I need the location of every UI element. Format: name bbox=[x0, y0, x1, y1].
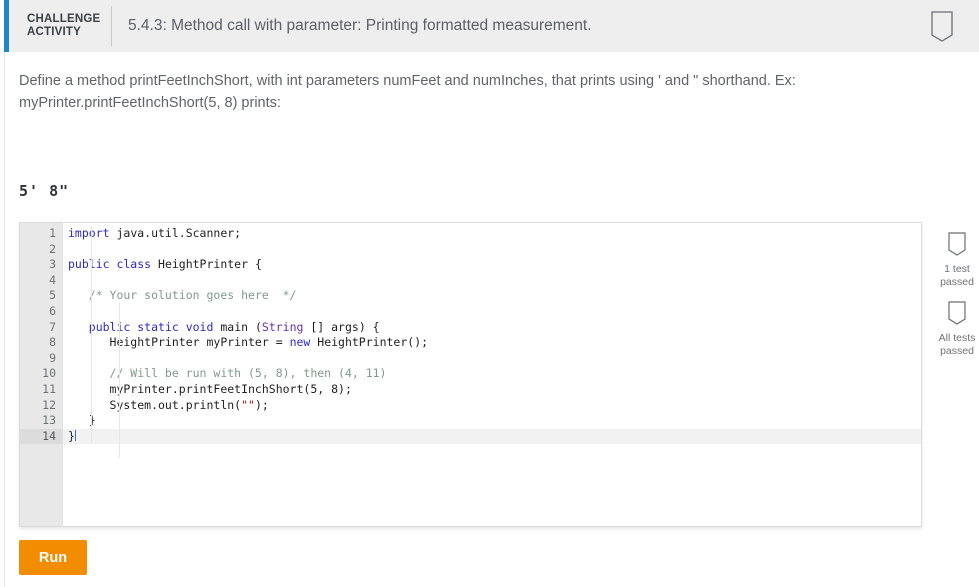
code-token: HeightPrinter(); bbox=[317, 335, 428, 349]
ribbon-bookmark-icon bbox=[923, 8, 961, 46]
code-line[interactable]: import java.util.Scanner; bbox=[63, 226, 921, 242]
test-result-item[interactable]: All tests passed bbox=[930, 299, 979, 358]
code-line[interactable]: public static void main (String [] args)… bbox=[63, 320, 921, 336]
line-number: 6 bbox=[20, 304, 62, 320]
line-number: 1 bbox=[20, 226, 62, 242]
ribbon-bookmark-icon bbox=[930, 299, 979, 329]
page-title: 5.4.3: Method call with parameter: Print… bbox=[128, 17, 592, 35]
line-number-gutter: 1234567891011121314 bbox=[20, 223, 63, 526]
test-result-label: 1 test passed bbox=[930, 263, 979, 289]
sample-output: 5' 8" bbox=[19, 182, 69, 200]
code-line[interactable]: // Will be run with (5, 8), then (4, 11) bbox=[63, 366, 921, 382]
challenge-header: CHALLENGE ACTIVITY 5.4.3: Method call wi… bbox=[4, 0, 979, 52]
code-token: String bbox=[262, 320, 304, 334]
code-line[interactable]: } bbox=[63, 429, 921, 445]
code-token: } bbox=[68, 429, 75, 443]
line-number: 14 bbox=[20, 429, 62, 445]
code-line[interactable]: System.out.println(""); bbox=[63, 398, 921, 414]
code-line[interactable]: /* Your solution goes here */ bbox=[63, 288, 921, 304]
line-number: 11 bbox=[20, 382, 62, 398]
line-number: 5 bbox=[20, 288, 62, 304]
code-token: HeightPrinter myPrinter = bbox=[68, 335, 290, 349]
code-token: ); bbox=[255, 398, 269, 412]
code-token: /* Your solution goes here */ bbox=[68, 288, 296, 302]
code-token: java.util.Scanner; bbox=[116, 226, 241, 240]
header-divider bbox=[111, 6, 112, 46]
code-token: public static void bbox=[89, 320, 221, 334]
challenge-activity-page: CHALLENGE ACTIVITY 5.4.3: Method call wi… bbox=[0, 0, 979, 587]
code-token: System.out.println( bbox=[68, 398, 241, 412]
problem-statement-line-1: Define a method printFeetInchShort, with… bbox=[19, 70, 879, 92]
test-result-label: All tests passed bbox=[930, 332, 979, 358]
code-token bbox=[68, 320, 89, 334]
line-number: 8 bbox=[20, 335, 62, 351]
line-number: 3 bbox=[20, 257, 62, 273]
line-number: 9 bbox=[20, 351, 62, 367]
text-caret bbox=[75, 430, 76, 441]
code-line[interactable]: } bbox=[63, 413, 921, 429]
code-token: myPrinter.printFeetInchShort(5, 8); bbox=[68, 382, 352, 396]
code-token: new bbox=[290, 335, 318, 349]
code-area[interactable]: import java.util.Scanner; public class H… bbox=[63, 223, 921, 526]
line-number: 7 bbox=[20, 320, 62, 336]
challenge-content: Define a method printFeetInchShort, with… bbox=[4, 52, 979, 587]
code-token: [] args) { bbox=[303, 320, 379, 334]
code-line[interactable] bbox=[63, 273, 921, 289]
ribbon-bookmark-icon bbox=[930, 230, 979, 260]
code-line[interactable] bbox=[63, 242, 921, 258]
run-button[interactable]: Run bbox=[19, 540, 87, 575]
code-token: import bbox=[68, 226, 116, 240]
problem-statement: Define a method printFeetInchShort, with… bbox=[19, 70, 879, 114]
line-number: 12 bbox=[20, 398, 62, 414]
problem-statement-line-2: myPrinter.printFeetInchShort(5, 8) print… bbox=[19, 92, 879, 114]
code-line[interactable]: public class HeightPrinter { bbox=[63, 257, 921, 273]
line-number: 2 bbox=[20, 242, 62, 258]
code-editor[interactable]: 1234567891011121314 import java.util.Sca… bbox=[19, 222, 922, 527]
code-line[interactable]: myPrinter.printFeetInchShort(5, 8); bbox=[63, 382, 921, 398]
line-number: 4 bbox=[20, 273, 62, 289]
line-number: 10 bbox=[20, 366, 62, 382]
code-line[interactable] bbox=[63, 304, 921, 320]
line-number: 13 bbox=[20, 413, 62, 429]
code-line[interactable] bbox=[63, 351, 921, 367]
code-token: "" bbox=[241, 398, 255, 412]
code-line[interactable]: HeightPrinter myPrinter = new HeightPrin… bbox=[63, 335, 921, 351]
test-results-panel: 1 test passed All tests passed bbox=[930, 230, 979, 368]
code-token: main ( bbox=[220, 320, 262, 334]
code-token: // Will be run with (5, 8), then (4, 11) bbox=[68, 366, 387, 380]
code-token: HeightPrinter { bbox=[158, 257, 262, 271]
test-result-item[interactable]: 1 test passed bbox=[930, 230, 979, 289]
code-token: public class bbox=[68, 257, 158, 271]
challenge-kicker: CHALLENGE ACTIVITY bbox=[27, 13, 99, 39]
